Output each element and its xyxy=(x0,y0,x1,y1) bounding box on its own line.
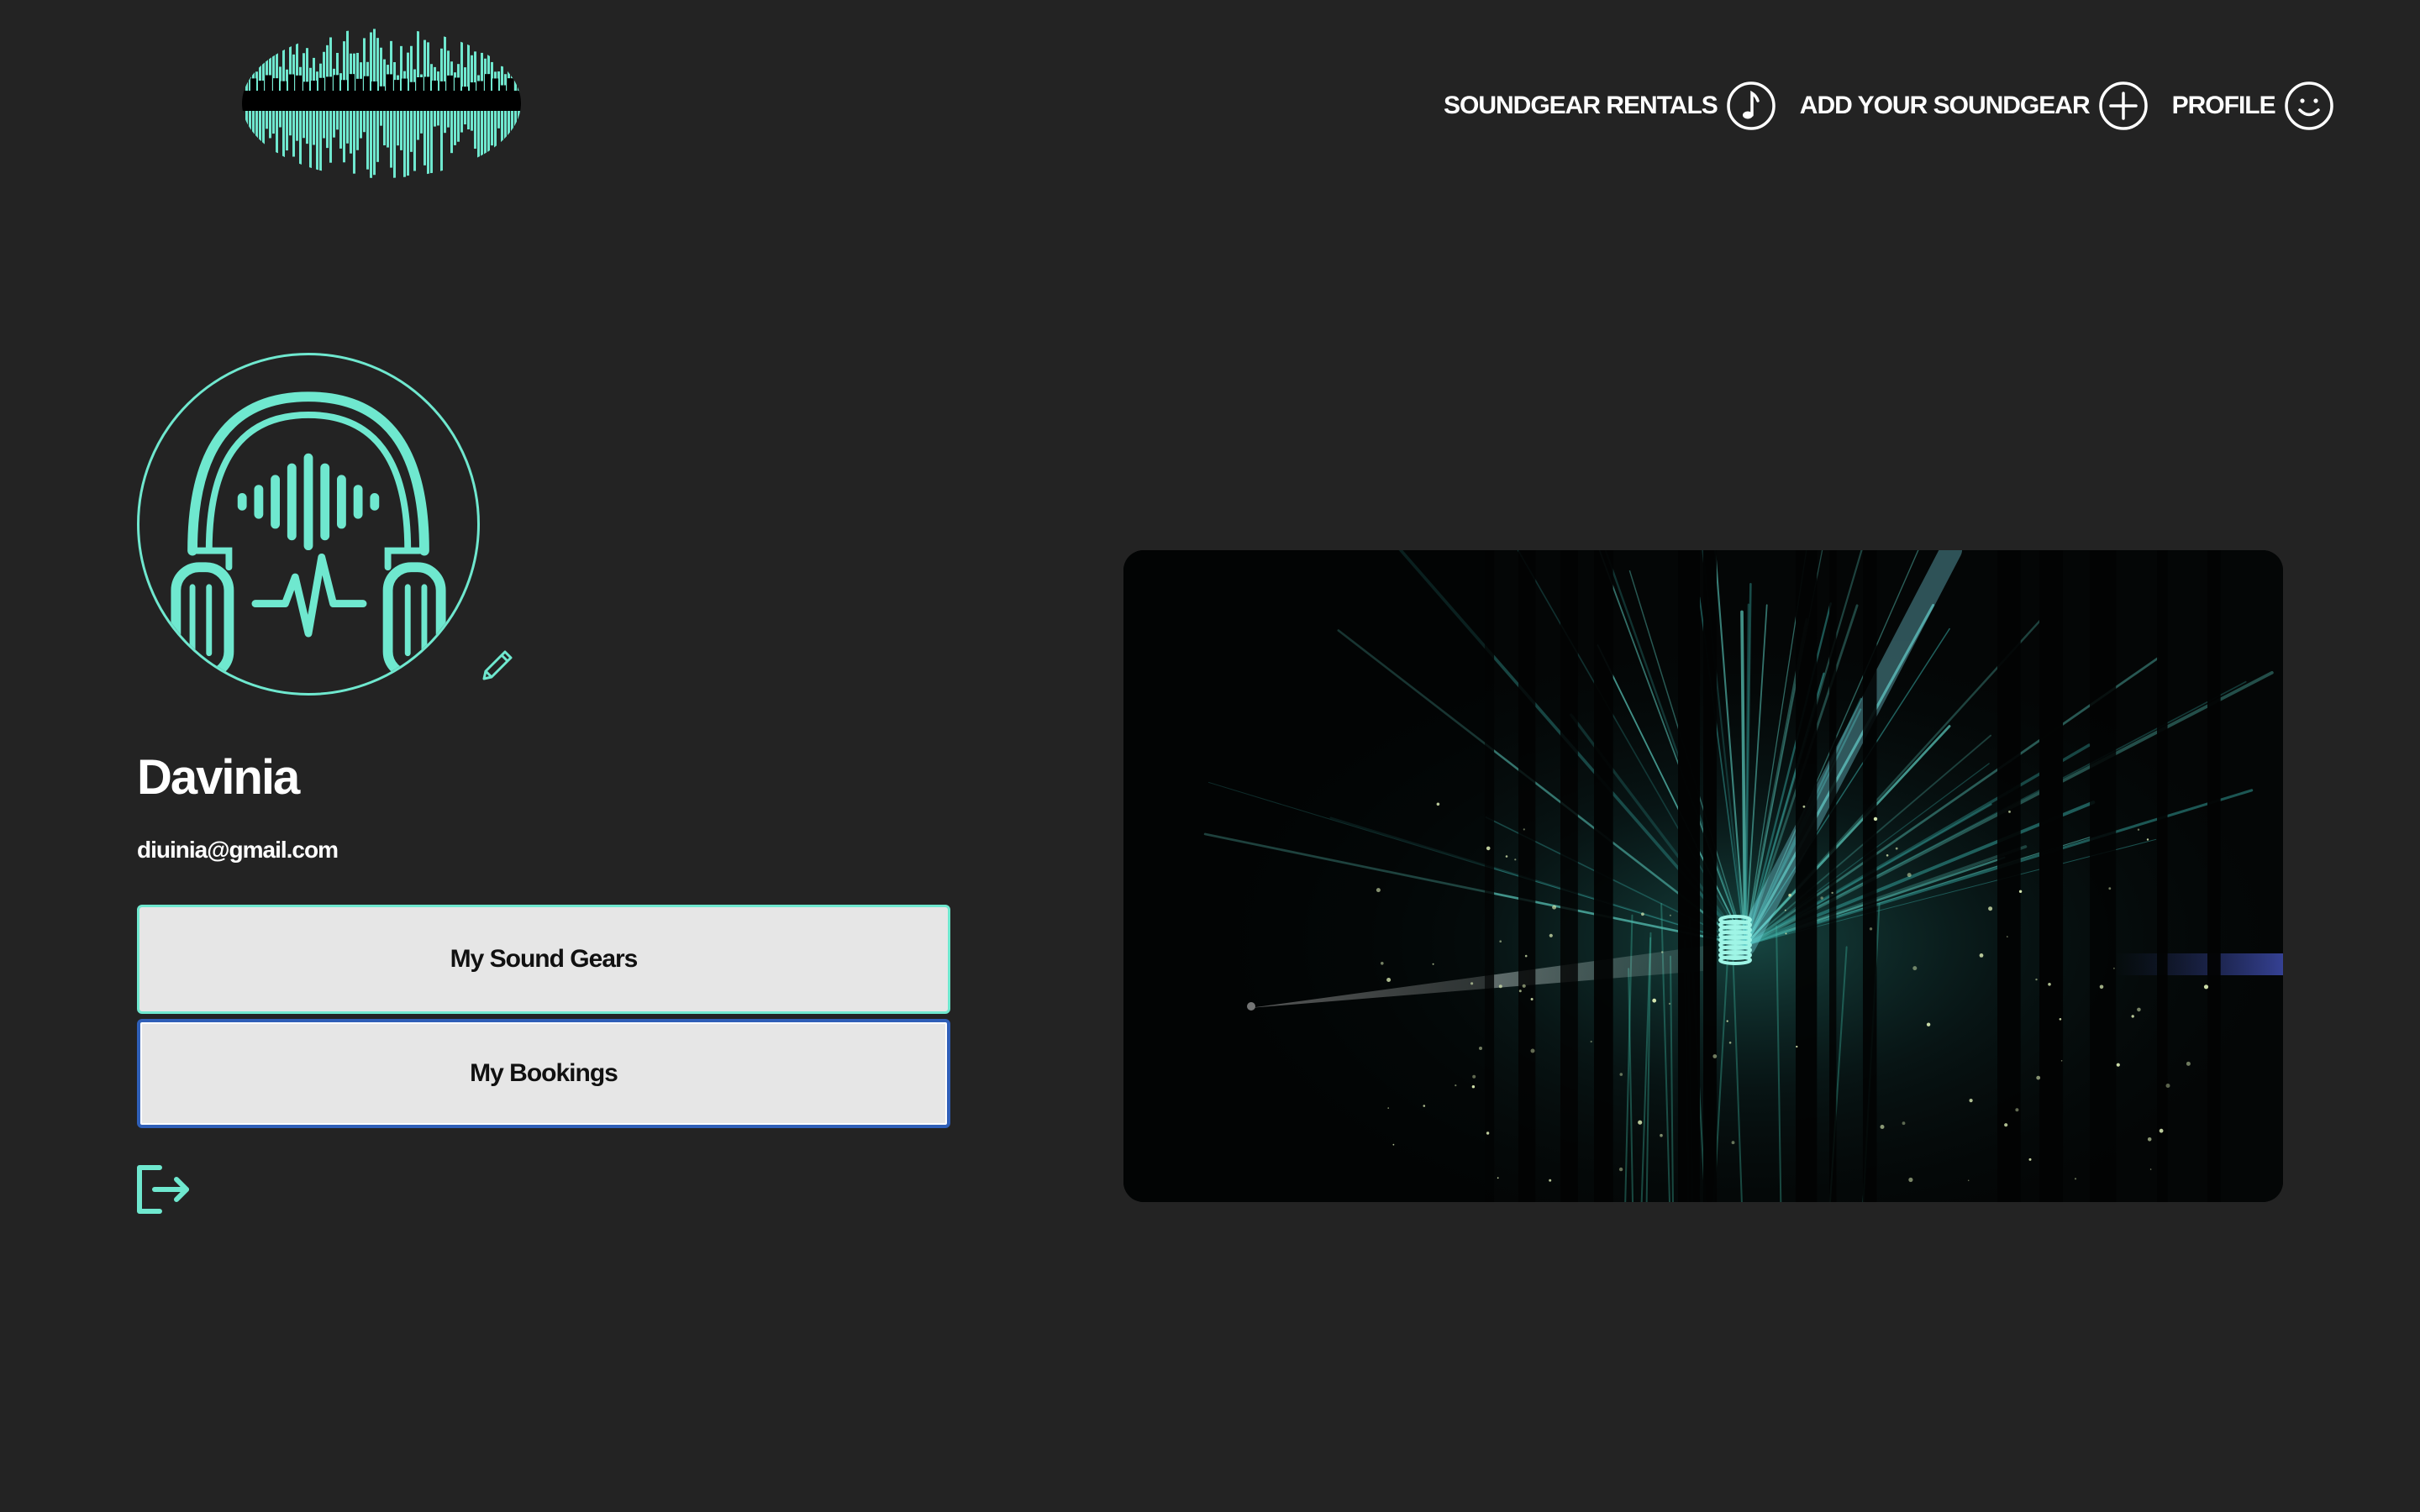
nav-label: PROFILE xyxy=(2171,92,2276,119)
nav-label: ADD YOUR SOUNDGEAR xyxy=(1799,92,2091,119)
logout-icon[interactable] xyxy=(134,1163,192,1216)
soundwave-logo[interactable] xyxy=(242,29,521,178)
headphones-soundwave-icon xyxy=(171,391,446,680)
forest-laser-light-image xyxy=(1123,550,2283,1202)
main-nav: SOUNDGEAR RENTALS ADD YOUR SOUNDGEAR PRO… xyxy=(1444,77,2334,134)
pencil-icon[interactable] xyxy=(477,645,518,685)
nav-add-soundgear[interactable]: ADD YOUR SOUNDGEAR xyxy=(1800,81,2149,131)
music-note-icon xyxy=(1727,81,1776,130)
smiley-icon xyxy=(2284,81,2333,130)
plus-circle-icon xyxy=(2098,81,2148,130)
nav-label: SOUNDGEAR RENTALS xyxy=(1444,92,1718,119)
user-name: Davinia xyxy=(137,750,300,805)
my-bookings-button[interactable]: My Bookings xyxy=(137,1019,950,1128)
user-email: diuinia@gmail.com xyxy=(137,837,339,863)
nav-profile[interactable]: PROFILE xyxy=(2172,81,2334,131)
hero-image xyxy=(1123,550,2283,1202)
nav-soundgear-rentals[interactable]: SOUNDGEAR RENTALS xyxy=(1444,81,1776,131)
avatar xyxy=(137,353,480,696)
profile-page: SOUNDGEAR RENTALS ADD YOUR SOUNDGEAR PRO… xyxy=(0,0,2420,1512)
my-sound-gears-button[interactable]: My Sound Gears xyxy=(137,905,950,1014)
